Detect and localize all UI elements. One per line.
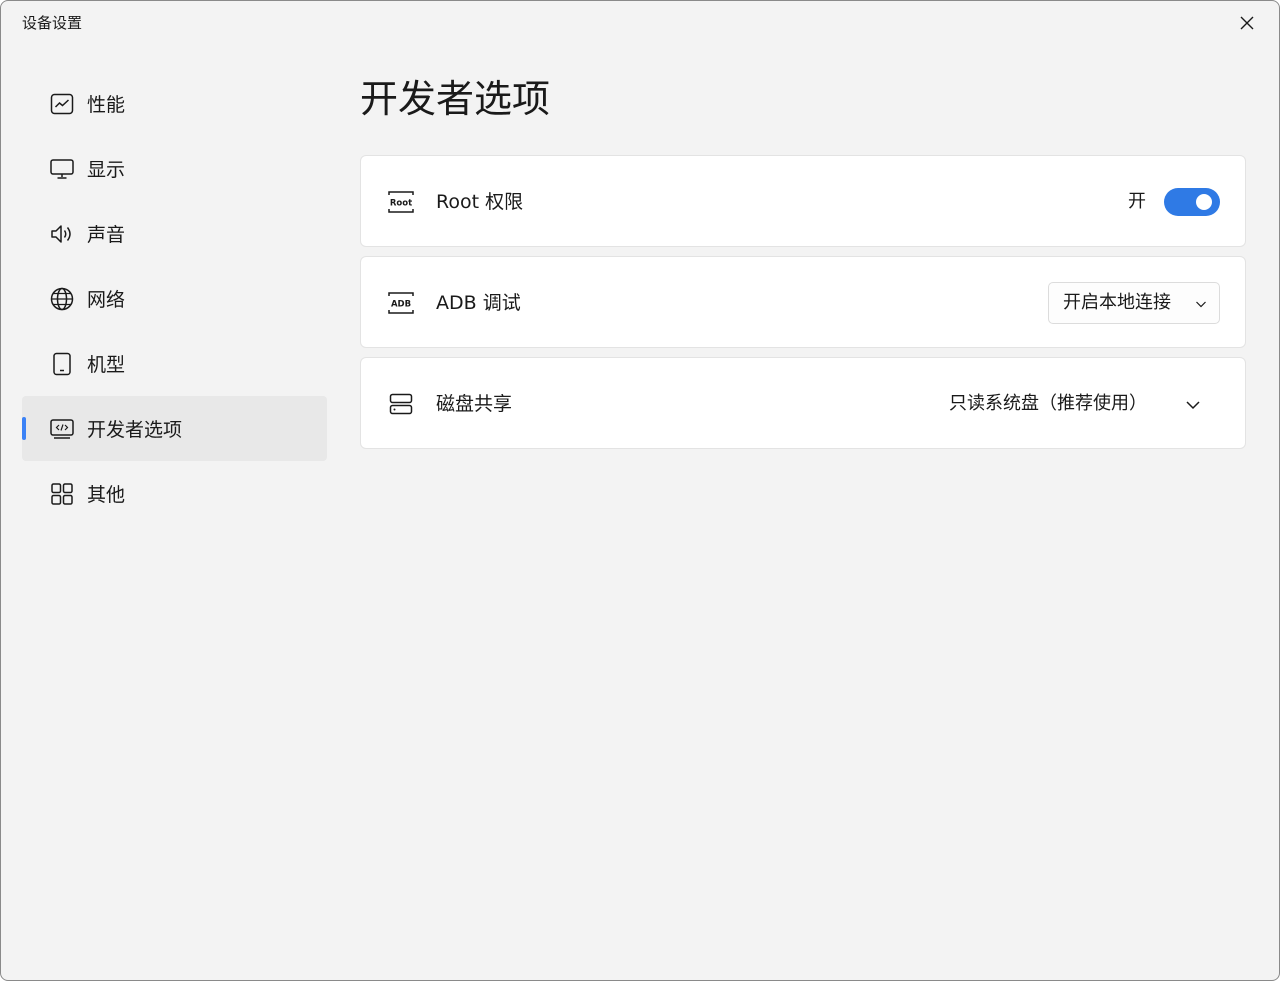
sidebar-nav: 性能 显示 声音 网络 机型 开发者选项 其他 bbox=[22, 71, 327, 526]
sidebar-item-label: 其他 bbox=[87, 484, 126, 506]
sidebar-item-label: 性能 bbox=[87, 94, 126, 116]
root-toggle-state: 开 bbox=[1128, 191, 1146, 212]
disk-share-value: 只读系统盘（推荐使用） bbox=[949, 393, 1147, 414]
chevron-down-icon bbox=[1186, 401, 1200, 410]
toggle-knob bbox=[1196, 194, 1212, 210]
root-icon: Root bbox=[387, 189, 415, 215]
close-icon bbox=[1240, 16, 1254, 30]
adb-mode-select[interactable]: 开启本地连接 bbox=[1048, 282, 1220, 324]
sidebar-item-other[interactable]: 其他 bbox=[22, 461, 327, 526]
sidebar-item-performance[interactable]: 性能 bbox=[22, 71, 327, 136]
sidebar-item-label: 网络 bbox=[87, 289, 126, 311]
code-screen-icon bbox=[50, 417, 74, 441]
sidebar-item-label: 声音 bbox=[87, 224, 126, 246]
sidebar-item-label: 机型 bbox=[87, 354, 126, 376]
sidebar-item-developer-options[interactable]: 开发者选项 bbox=[22, 396, 327, 461]
grid-icon bbox=[50, 482, 74, 506]
close-button[interactable] bbox=[1227, 7, 1267, 39]
adb-mode-value: 开启本地连接 bbox=[1063, 292, 1171, 313]
tablet-icon bbox=[50, 352, 74, 376]
settings-window: 设备设置 性能 显示 声音 网络 机型 开发者选项 其他 开发者选项 Root … bbox=[0, 0, 1280, 981]
chevron-down-icon bbox=[1196, 301, 1206, 308]
svg-text:ADB: ADB bbox=[391, 300, 411, 310]
sidebar-item-network[interactable]: 网络 bbox=[22, 266, 327, 331]
sidebar-item-label: 显示 bbox=[87, 159, 126, 181]
root-permission-toggle[interactable] bbox=[1164, 188, 1220, 216]
sidebar-item-sound[interactable]: 声音 bbox=[22, 201, 327, 266]
adb-debug-label: ADB 调试 bbox=[436, 292, 521, 314]
server-icon bbox=[387, 391, 415, 417]
sidebar-item-model[interactable]: 机型 bbox=[22, 331, 327, 396]
speaker-icon bbox=[50, 222, 74, 246]
svg-text:Root: Root bbox=[390, 199, 412, 209]
root-permission-card: Root Root 权限 开 bbox=[360, 155, 1246, 247]
disk-share-card: 磁盘共享 只读系统盘（推荐使用） bbox=[360, 357, 1246, 449]
adb-icon: ADB bbox=[387, 290, 415, 316]
chart-icon bbox=[50, 92, 74, 116]
disk-share-select[interactable]: 只读系统盘（推荐使用） bbox=[941, 382, 1231, 426]
sidebar-item-label: 开发者选项 bbox=[87, 419, 183, 441]
monitor-icon bbox=[50, 157, 74, 181]
sidebar-item-display[interactable]: 显示 bbox=[22, 136, 327, 201]
root-permission-label: Root 权限 bbox=[436, 191, 524, 213]
page-title: 开发者选项 bbox=[360, 77, 551, 121]
disk-share-label: 磁盘共享 bbox=[436, 393, 513, 415]
adb-debug-card: ADB ADB 调试 开启本地连接 bbox=[360, 256, 1246, 348]
window-title: 设备设置 bbox=[22, 14, 83, 32]
globe-icon bbox=[50, 287, 74, 311]
